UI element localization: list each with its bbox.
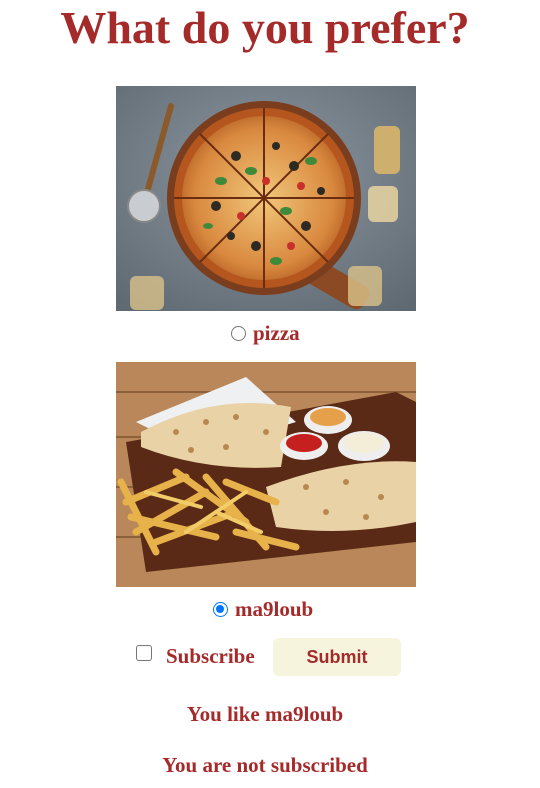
page-title: What do you prefer? xyxy=(60,2,470,53)
subscription-result: You are not subscribed xyxy=(162,753,368,777)
submit-button[interactable]: Submit xyxy=(273,638,401,676)
page: What do you prefer? pizza ma9loub Subscr… xyxy=(0,0,540,788)
ma9loub-image xyxy=(116,362,416,587)
option-ma9loub[interactable]: ma9loub xyxy=(213,597,313,621)
subscribe-label: Subscribe xyxy=(166,644,255,668)
radio-pizza[interactable] xyxy=(231,325,246,341)
option-pizza[interactable]: pizza xyxy=(231,321,300,345)
option-pizza-label: pizza xyxy=(253,321,300,345)
subscribe-checkbox[interactable] xyxy=(136,645,152,661)
pizza-image xyxy=(116,86,416,311)
preference-result: You like ma9loub xyxy=(186,702,344,726)
option-ma9loub-label: ma9loub xyxy=(235,597,314,621)
radio-ma9loub[interactable] xyxy=(213,601,228,617)
